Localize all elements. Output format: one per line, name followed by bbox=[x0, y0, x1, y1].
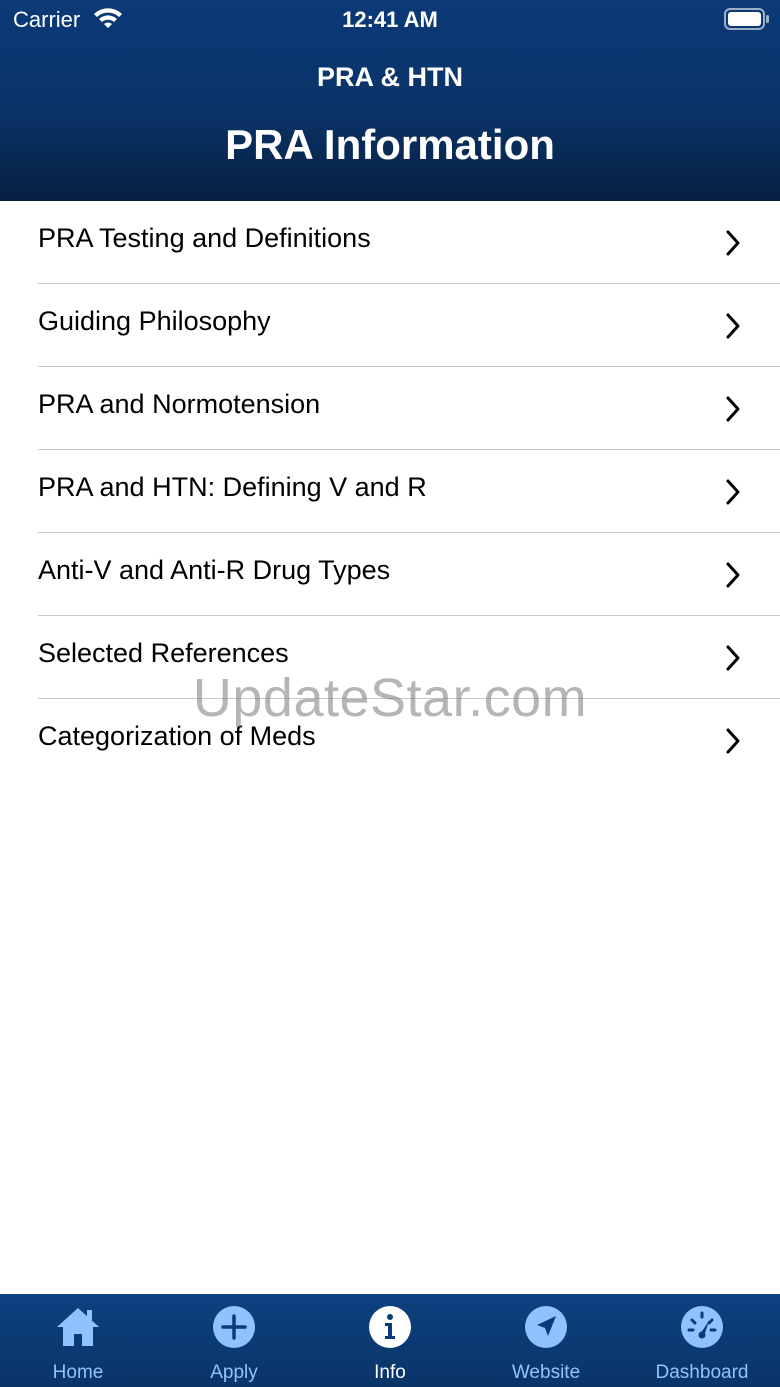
navigation-arrow-icon bbox=[525, 1306, 567, 1348]
status-time: 12:41 AM bbox=[342, 7, 438, 32]
menu-item-label: PRA and HTN: Defining V and R bbox=[38, 472, 427, 502]
info-menu-list: PRA Testing and Definitions Guiding Phil… bbox=[0, 201, 780, 782]
tab-label: Info bbox=[374, 1362, 406, 1383]
nav-subtitle: PRA & HTN bbox=[317, 62, 463, 92]
menu-item-drug-types[interactable]: Anti-V and Anti-R Drug Types bbox=[0, 533, 780, 616]
chevron-right-icon bbox=[726, 562, 740, 588]
tab-info[interactable]: Info bbox=[312, 1294, 468, 1387]
speedometer-icon bbox=[681, 1306, 723, 1348]
tab-home[interactable]: Home bbox=[0, 1294, 156, 1387]
menu-item-label: Categorization of Meds bbox=[38, 721, 316, 751]
navigation-header: Carrier 12:41 AM PRA & HTN PRA Informati… bbox=[0, 0, 780, 201]
tab-label: Home bbox=[52, 1362, 104, 1383]
menu-item-label: Guiding Philosophy bbox=[38, 306, 271, 336]
menu-item-label: Selected References bbox=[38, 638, 289, 668]
battery-icon bbox=[724, 8, 769, 30]
tab-dashboard[interactable]: Dashboard bbox=[624, 1294, 780, 1387]
home-icon bbox=[57, 1308, 99, 1346]
menu-item-label: Anti-V and Anti-R Drug Types bbox=[38, 555, 391, 585]
info-circle-icon bbox=[369, 1306, 411, 1348]
menu-item-pra-testing[interactable]: PRA Testing and Definitions bbox=[0, 201, 780, 284]
page-title: PRA Information bbox=[225, 121, 555, 168]
plus-circle-icon bbox=[213, 1306, 255, 1348]
menu-item-pra-normotension[interactable]: PRA and Normotension bbox=[0, 367, 780, 450]
chevron-right-icon bbox=[726, 230, 740, 256]
menu-item-label: PRA Testing and Definitions bbox=[38, 223, 371, 253]
chevron-right-icon bbox=[726, 728, 740, 754]
tab-website[interactable]: Website bbox=[468, 1294, 624, 1387]
chevron-right-icon bbox=[726, 479, 740, 505]
tab-label: Dashboard bbox=[655, 1362, 749, 1383]
chevron-right-icon bbox=[726, 396, 740, 422]
tab-label: Website bbox=[511, 1362, 581, 1383]
menu-item-label: PRA and Normotension bbox=[38, 389, 321, 419]
tab-apply[interactable]: Apply bbox=[156, 1294, 312, 1387]
menu-item-pra-htn[interactable]: PRA and HTN: Defining V and R bbox=[0, 450, 780, 533]
menu-item-guiding-philosophy[interactable]: Guiding Philosophy bbox=[0, 284, 780, 367]
status-bar: Carrier 12:41 AM bbox=[0, 0, 780, 40]
menu-item-categorization-meds[interactable]: Categorization of Meds bbox=[0, 699, 780, 782]
chevron-right-icon bbox=[726, 313, 740, 339]
tab-bar: Home Apply Info Website Dashboard bbox=[0, 1294, 780, 1387]
tab-label: Apply bbox=[210, 1362, 258, 1383]
menu-item-selected-references[interactable]: Selected References bbox=[0, 616, 780, 699]
chevron-right-icon bbox=[726, 645, 740, 671]
